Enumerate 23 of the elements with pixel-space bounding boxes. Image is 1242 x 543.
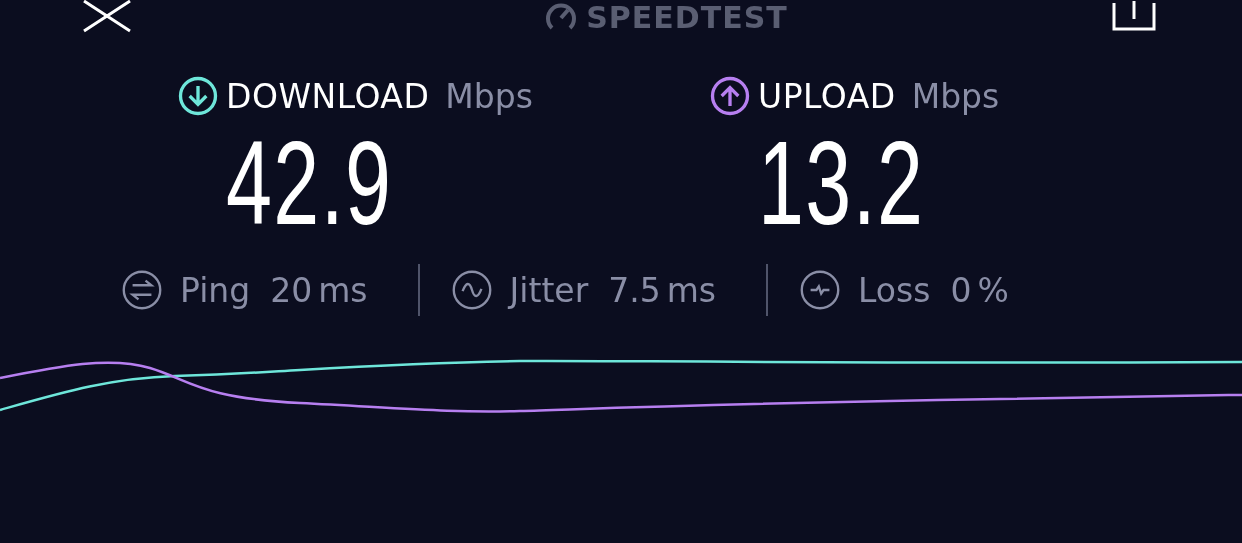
close-icon <box>82 0 132 33</box>
jitter-icon <box>451 270 492 310</box>
stat-value: 7.5 <box>608 270 661 310</box>
share-icon <box>1110 0 1158 33</box>
result-label: DOWNLOAD <box>226 76 430 116</box>
stat-label: Loss <box>858 270 931 310</box>
stat-unit: ms <box>318 270 368 310</box>
stat-value: 0 <box>950 270 972 310</box>
result-label: UPLOAD <box>758 76 896 116</box>
stat-unit: % <box>977 270 1009 310</box>
speed-value: 13.2 <box>758 118 926 248</box>
ping-icon <box>122 270 162 310</box>
stat-unit: ms <box>666 270 717 310</box>
app-title: SPEEDTEST <box>586 0 788 35</box>
share-button[interactable] <box>1110 0 1158 33</box>
close-button[interactable] <box>82 0 132 33</box>
stat-value: 20 <box>270 270 313 310</box>
loss-icon <box>800 270 841 310</box>
unit-label: Mbps <box>911 76 1000 116</box>
stat-label: Jitter <box>509 270 589 310</box>
unit-label: Mbps <box>445 76 533 116</box>
stat-label: Ping <box>180 270 251 310</box>
speed-value: 42.9 <box>226 118 394 248</box>
